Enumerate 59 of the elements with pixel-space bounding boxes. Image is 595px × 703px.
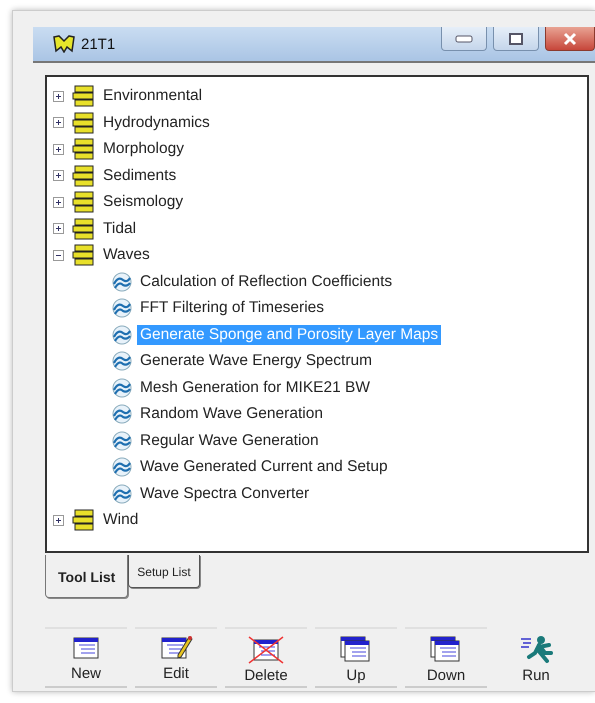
app-icon bbox=[53, 35, 75, 53]
wave-icon bbox=[111, 272, 133, 292]
tree-item[interactable]: Morphology bbox=[100, 139, 187, 160]
wave-icon bbox=[111, 484, 133, 504]
tree-item[interactable]: Tidal bbox=[100, 218, 140, 239]
toolbar-button[interactable]: Down bbox=[405, 627, 487, 688]
expand-icon[interactable] bbox=[53, 144, 64, 155]
window-title: 21T1 bbox=[81, 36, 116, 52]
delete-window-icon bbox=[248, 635, 284, 665]
tree-item[interactable]: Environmental bbox=[100, 86, 206, 106]
tree-item[interactable]: Mesh Generation for MIKE21 BW bbox=[137, 378, 374, 398]
tree-item[interactable]: Wind bbox=[100, 510, 142, 530]
tab[interactable]: Tool List bbox=[45, 555, 128, 598]
wave-icon bbox=[111, 404, 133, 424]
toolbar-button[interactable]: Up bbox=[315, 627, 397, 688]
wave-icon bbox=[111, 351, 133, 372]
book-stack-icon bbox=[72, 112, 96, 134]
tree-item[interactable]: Hydrodynamics bbox=[100, 112, 213, 133]
maximize-button[interactable] bbox=[493, 27, 539, 51]
toolbar-button[interactable]: Edit bbox=[135, 627, 217, 688]
tree-item[interactable]: Calculation of Reflection Coefficients bbox=[137, 272, 396, 292]
book-stack-icon bbox=[72, 191, 96, 214]
expand-icon[interactable] bbox=[53, 170, 64, 182]
book-stack-icon bbox=[72, 164, 96, 187]
tree-item[interactable]: Wave Generated Current and Setup bbox=[137, 457, 391, 478]
expand-icon[interactable] bbox=[53, 90, 64, 102]
minimize-icon bbox=[455, 34, 473, 42]
wave-icon bbox=[111, 457, 133, 478]
tree-item[interactable]: FFT Filtering of Timeseries bbox=[137, 298, 328, 318]
book-stack-icon bbox=[72, 138, 96, 160]
expand-icon[interactable] bbox=[53, 514, 64, 526]
tree-item[interactable]: Random Wave Generation bbox=[137, 404, 326, 424]
minimize-button[interactable] bbox=[441, 27, 487, 51]
book-stack-icon bbox=[72, 244, 96, 266]
collapse-icon[interactable] bbox=[53, 250, 64, 261]
book-stack-icon bbox=[72, 85, 96, 108]
close-icon bbox=[563, 32, 577, 46]
tree-item[interactable]: Seismology bbox=[100, 192, 186, 212]
running-figure-icon bbox=[519, 635, 553, 665]
wave-icon bbox=[111, 324, 133, 345]
expand-icon[interactable] bbox=[53, 196, 64, 208]
wave-icon bbox=[111, 430, 133, 451]
toolbar-button[interactable]: Run bbox=[495, 627, 577, 688]
expand-icon[interactable] bbox=[53, 223, 64, 234]
toolbar-button[interactable]: New bbox=[45, 627, 127, 688]
book-stack-icon bbox=[72, 218, 96, 240]
tree-item[interactable]: Generate Wave Energy Spectrum bbox=[137, 351, 376, 372]
close-button[interactable] bbox=[545, 27, 595, 51]
expand-icon[interactable] bbox=[53, 117, 64, 128]
tab[interactable]: Setup List bbox=[128, 555, 200, 588]
book-stack-icon bbox=[72, 509, 96, 532]
toolbar-button[interactable]: Delete bbox=[225, 627, 307, 688]
tree-item[interactable]: Sediments bbox=[100, 166, 180, 186]
tree-item[interactable]: Wave Spectra Converter bbox=[137, 484, 312, 504]
wave-icon bbox=[111, 298, 133, 318]
tree-item[interactable]: Waves bbox=[100, 245, 153, 266]
wave-icon bbox=[111, 378, 133, 398]
maximize-icon bbox=[509, 32, 523, 44]
tree-item[interactable]: Regular Wave Generation bbox=[137, 430, 322, 451]
